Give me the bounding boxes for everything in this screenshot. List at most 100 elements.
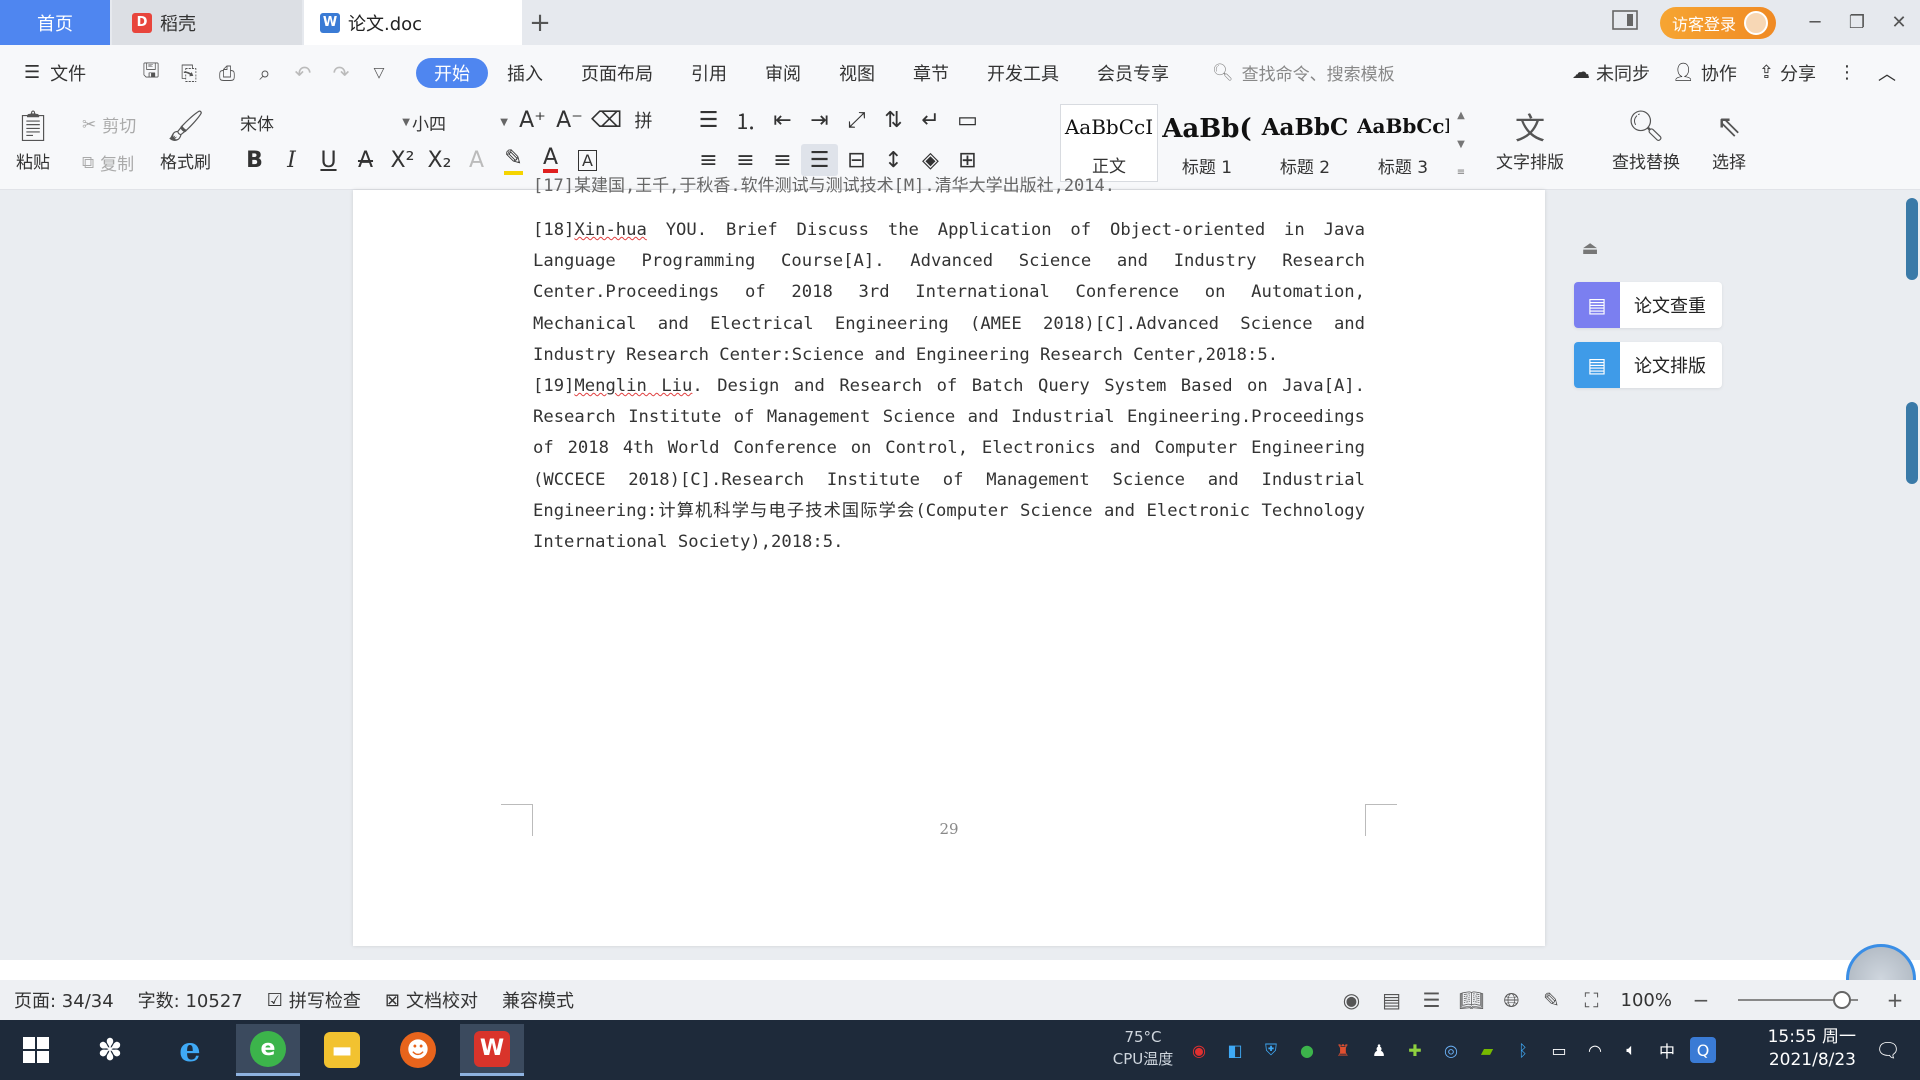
- document-page[interactable]: [17]某建国,王千,于秋香.软件测试与测试技术[M].清华大学出版社,2014…: [353, 176, 1545, 946]
- reading-view-button[interactable]: 📖︎: [1459, 988, 1484, 1012]
- cpu-temperature[interactable]: 75°C CPU温度: [1106, 1026, 1180, 1070]
- page-view-button[interactable]: ▤: [1381, 988, 1403, 1012]
- write-mode-button[interactable]: ✎: [1541, 988, 1563, 1012]
- taskbar-app-wps[interactable]: W: [460, 1024, 524, 1076]
- zoom-level[interactable]: 100%: [1621, 990, 1672, 1011]
- tab-member[interactable]: 会员专享: [1078, 58, 1188, 88]
- undo-button[interactable]: ↶: [286, 56, 320, 90]
- subscript-button[interactable]: X₂: [421, 144, 458, 176]
- text-direction-button[interactable]: ⤢: [838, 104, 875, 136]
- clock[interactable]: 15:55 周一 2021/8/23: [1736, 1026, 1856, 1072]
- login-button[interactable]: 访客登录: [1659, 6, 1776, 39]
- align-left-button[interactable]: ≡: [690, 144, 727, 176]
- text-effect-button[interactable]: A: [458, 144, 495, 176]
- web-view-button[interactable]: 🌐︎: [1501, 988, 1523, 1012]
- shading-button[interactable]: ◈: [912, 144, 949, 176]
- taskbar-app-fan[interactable]: ✽: [78, 1024, 142, 1076]
- tray-q-icon[interactable]: Q: [1690, 1037, 1716, 1063]
- text-layout-button[interactable]: ⽂ 文字排版: [1496, 104, 1564, 173]
- bluetooth-icon[interactable]: ᛒ: [1510, 1037, 1536, 1063]
- style-gallery-scroll[interactable]: ▲ ▼ ≡: [1452, 104, 1470, 184]
- distributed-align-button[interactable]: ⊟: [838, 144, 875, 176]
- taskbar-app-ie[interactable]: e: [158, 1024, 222, 1076]
- align-right-button[interactable]: ≡: [764, 144, 801, 176]
- tray-cloud-icon[interactable]: ◎: [1438, 1037, 1464, 1063]
- tray-game-icon[interactable]: ♜: [1330, 1037, 1356, 1063]
- char-border-button[interactable]: A: [569, 144, 606, 176]
- style-normal[interactable]: AaBbCcI 正文: [1060, 104, 1158, 182]
- format-painter-button[interactable]: 🖌︎ 格式刷: [160, 104, 211, 174]
- panel-collapse-button[interactable]: ⏏: [1574, 232, 1606, 264]
- cut-button[interactable]: ✂ 剪切: [82, 112, 136, 138]
- tray-plus-icon[interactable]: ✚: [1402, 1037, 1428, 1063]
- battery-icon[interactable]: ▭: [1546, 1037, 1572, 1063]
- spell-check-button[interactable]: ☑ 拼写检查: [267, 987, 361, 1013]
- tab-daoke[interactable]: D 稻壳: [112, 0, 302, 45]
- tab-view[interactable]: 视图: [820, 58, 894, 88]
- ime-indicator[interactable]: 中: [1654, 1037, 1680, 1063]
- collapse-ribbon-button[interactable]: ︿: [1878, 60, 1896, 86]
- zoom-slider-knob[interactable]: [1833, 991, 1851, 1009]
- wifi-icon[interactable]: ◠: [1582, 1037, 1608, 1063]
- tab-page-layout[interactable]: 页面布局: [562, 58, 672, 88]
- taskbar-app-browser[interactable]: e: [236, 1024, 300, 1076]
- qq-icon[interactable]: ♟: [1366, 1037, 1392, 1063]
- restore-button[interactable]: ❐: [1836, 0, 1878, 45]
- borders-button[interactable]: ⊞: [949, 144, 986, 176]
- new-tab-button[interactable]: +: [522, 0, 558, 45]
- tab-insert[interactable]: 插入: [488, 58, 562, 88]
- zoom-slider[interactable]: [1738, 991, 1858, 1009]
- tray-green-icon[interactable]: ●: [1294, 1037, 1320, 1063]
- font-size-select[interactable]: 小四 ▼: [412, 110, 508, 135]
- print-button[interactable]: ⎙: [210, 56, 244, 90]
- tab-home[interactable]: 首页: [0, 0, 110, 45]
- sync-button[interactable]: ☁ 未同步: [1572, 60, 1650, 86]
- numbered-list-button[interactable]: ⒈: [727, 104, 764, 136]
- file-menu[interactable]: ☰ 文件: [24, 60, 124, 86]
- tab-review[interactable]: 审阅: [746, 58, 820, 88]
- volume-icon[interactable]: 🔈︎: [1618, 1037, 1644, 1063]
- sort-button[interactable]: ⇅: [875, 104, 912, 136]
- tab-document[interactable]: W 论文.doc: [304, 0, 522, 45]
- start-button[interactable]: [4, 1024, 68, 1076]
- copy-button[interactable]: ⧉ 复制: [82, 150, 134, 176]
- style-heading-3[interactable]: AaBbCcI 标题 3: [1354, 104, 1452, 182]
- share-button[interactable]: ⇪ 分享: [1759, 60, 1816, 86]
- italic-button[interactable]: I: [273, 144, 310, 176]
- clear-format-button[interactable]: ⌫: [588, 104, 625, 136]
- font-color-button[interactable]: A: [532, 144, 569, 176]
- vertical-scrollbar[interactable]: [1904, 190, 1920, 960]
- customize-toolbar-button[interactable]: ▽: [362, 56, 396, 90]
- shield-icon[interactable]: ⛨: [1258, 1037, 1284, 1063]
- increase-indent-button[interactable]: ⇥: [801, 104, 838, 136]
- line-spacing-button[interactable]: ↕: [875, 144, 912, 176]
- underline-button[interactable]: U: [310, 144, 347, 176]
- find-replace-button[interactable]: 🔍︎ 查找替换: [1612, 104, 1680, 174]
- bullet-list-button[interactable]: ☰: [690, 104, 727, 136]
- scroll-thumb[interactable]: [1906, 402, 1918, 484]
- align-center-button[interactable]: ≡: [727, 144, 764, 176]
- close-button[interactable]: ✕: [1878, 0, 1920, 45]
- plagiarism-check-button[interactable]: ▤ 论文查重: [1574, 282, 1722, 328]
- paragraph-mark-button[interactable]: ↵: [912, 104, 949, 136]
- decrease-font-button[interactable]: A⁻: [551, 104, 588, 136]
- superscript-button[interactable]: X²: [384, 144, 421, 176]
- save-button[interactable]: 🖫: [134, 56, 168, 90]
- window-layout-button[interactable]: [1604, 0, 1646, 45]
- select-button[interactable]: ⇖ 选择: [1712, 104, 1746, 174]
- tab-references[interactable]: 引用: [672, 58, 746, 88]
- style-heading-2[interactable]: AaBbC 标题 2: [1256, 104, 1354, 182]
- nvidia-icon[interactable]: ▰: [1474, 1037, 1500, 1063]
- strikethrough-button[interactable]: A: [347, 144, 384, 176]
- style-heading-1[interactable]: AaBb( 标题 1: [1158, 104, 1256, 182]
- highlight-button[interactable]: ✎: [495, 144, 532, 176]
- tray-red-icon[interactable]: ◉: [1186, 1037, 1212, 1063]
- phonetic-guide-button[interactable]: 拼: [625, 104, 662, 136]
- paper-layout-button[interactable]: ▤ 论文排版: [1574, 342, 1722, 388]
- paste-button[interactable]: 📋︎ 粘贴: [14, 104, 52, 174]
- scroll-thumb-top[interactable]: [1906, 198, 1918, 280]
- minimize-button[interactable]: ─: [1794, 0, 1836, 45]
- tab-chapter[interactable]: 章节: [894, 58, 968, 88]
- zoom-in-button[interactable]: +: [1884, 988, 1906, 1012]
- print-preview-button[interactable]: ⌕: [248, 56, 282, 90]
